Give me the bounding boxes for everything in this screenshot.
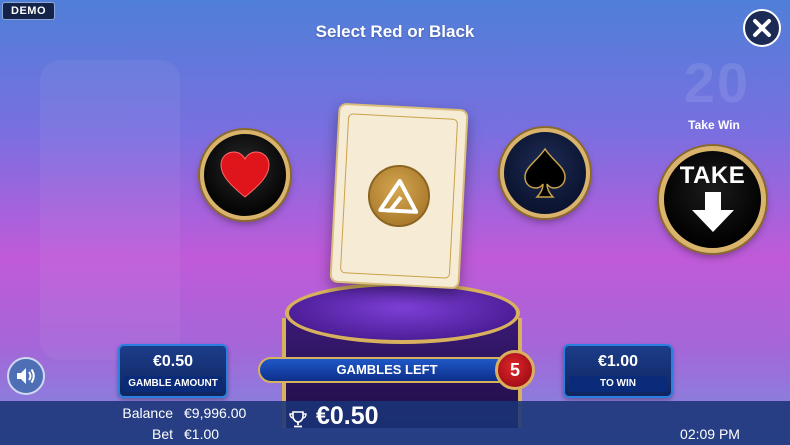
background-panel bbox=[40, 60, 180, 360]
balance-label: Balance bbox=[122, 405, 173, 421]
to-win-value: €1.00 bbox=[597, 353, 639, 370]
background-logo: 20 bbox=[683, 51, 750, 114]
win-value: €0.50 bbox=[316, 402, 379, 430]
to-win-label: TO WIN bbox=[569, 376, 667, 392]
gamble-amount-label: GAMBLE AMOUNT bbox=[124, 376, 222, 392]
close-icon bbox=[753, 19, 771, 37]
speaker-icon bbox=[17, 368, 35, 384]
take-button-text: TAKE bbox=[679, 161, 746, 189]
spade-icon bbox=[524, 147, 566, 198]
gamble-amount-value: €0.50 bbox=[152, 353, 194, 370]
bet-label: Bet bbox=[151, 426, 173, 442]
triangle-logo-icon bbox=[378, 179, 419, 214]
red-choice-button[interactable] bbox=[200, 130, 290, 220]
trophy-icon bbox=[289, 410, 307, 433]
clock: 02:09 PM bbox=[680, 426, 740, 442]
to-win-panel: €1.00 TO WIN bbox=[563, 344, 673, 398]
page-title: Select Red or Black bbox=[315, 22, 475, 41]
demo-badge: DEMO bbox=[2, 2, 55, 20]
black-choice-button[interactable] bbox=[500, 128, 590, 218]
take-win-label: Take Win bbox=[688, 118, 740, 132]
sound-button[interactable] bbox=[7, 357, 45, 395]
pedestal-cushion bbox=[285, 282, 520, 344]
take-win-button[interactable]: TAKE bbox=[659, 146, 766, 253]
arrow-down-icon bbox=[691, 191, 734, 232]
gambles-left-count: 5 bbox=[495, 350, 535, 390]
heart-icon bbox=[220, 151, 270, 198]
close-button[interactable] bbox=[743, 9, 781, 47]
face-down-card bbox=[329, 102, 469, 290]
gambles-left-bar: GAMBLES LEFT bbox=[258, 357, 516, 383]
bet-value: €1.00 bbox=[184, 426, 220, 442]
gamble-amount-panel: €0.50 GAMBLE AMOUNT bbox=[118, 344, 228, 398]
balance-value: €9,996.00 bbox=[184, 405, 247, 421]
